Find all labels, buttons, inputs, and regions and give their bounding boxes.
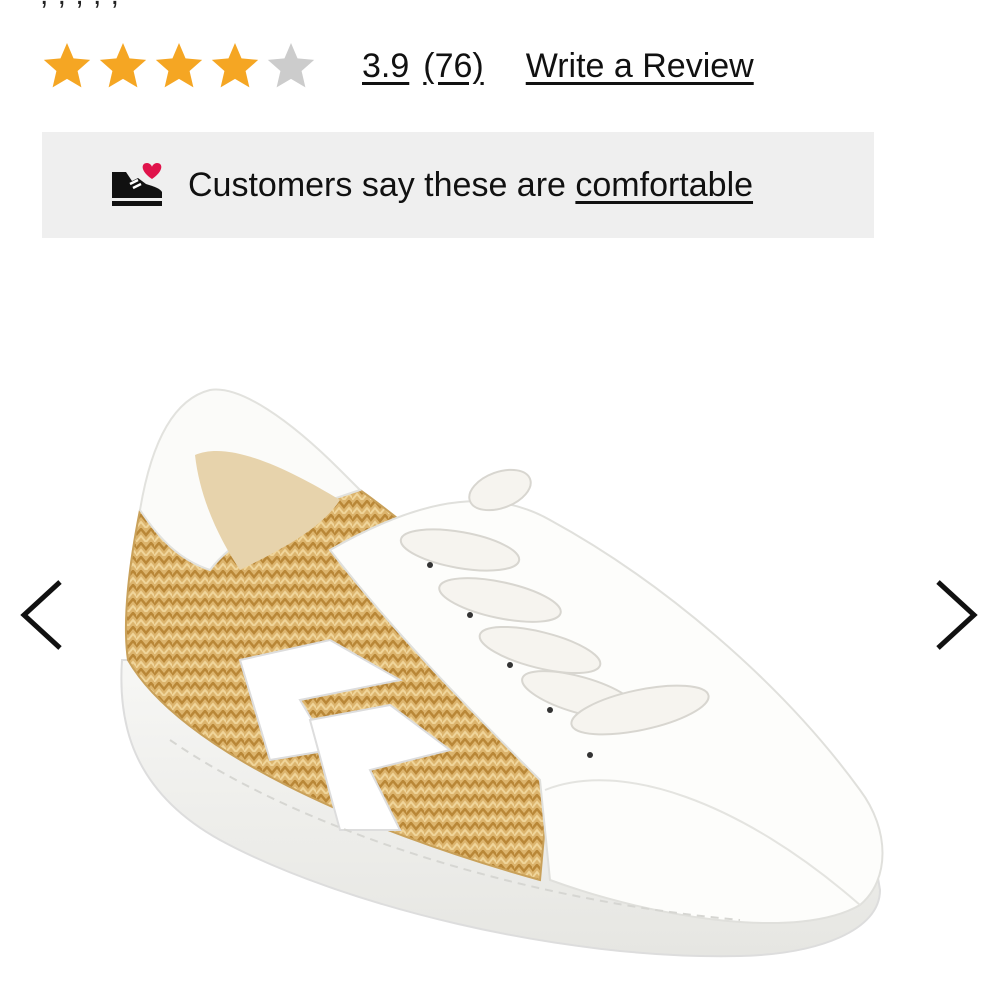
write-review-link[interactable]: Write a Review xyxy=(526,47,754,86)
chevron-right-icon[interactable] xyxy=(928,570,988,660)
chevron-left-icon[interactable] xyxy=(10,570,70,660)
star-filled-icon xyxy=(99,43,147,88)
star-filled-icon xyxy=(43,43,91,88)
review-count-link[interactable]: (76) xyxy=(423,47,483,86)
comfortable-link[interactable]: comfortable xyxy=(575,166,753,204)
star-filled-icon xyxy=(155,43,203,88)
star-empty-icon xyxy=(267,43,315,88)
star-rating[interactable] xyxy=(40,39,318,93)
star-filled-icon xyxy=(211,43,259,88)
comfort-banner: Customers say these are comfortable xyxy=(42,132,874,238)
product-title-cut: , , , , , xyxy=(40,0,120,12)
shoe-heart-icon xyxy=(112,163,162,206)
rating-value-link[interactable]: 3.9 xyxy=(362,47,409,86)
comfort-text: Customers say these are comfortable xyxy=(188,166,753,205)
comfort-prefix: Customers say these are xyxy=(188,165,576,204)
product-image[interactable] xyxy=(100,360,920,980)
rating-row: 3.9 (76) Write a Review xyxy=(40,36,754,96)
